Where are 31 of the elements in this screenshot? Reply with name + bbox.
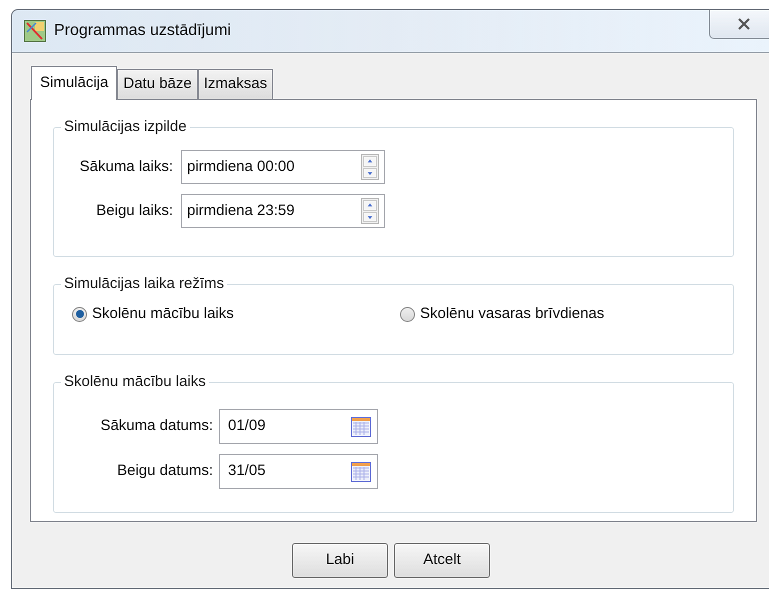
window-title: Programmas uzstādījumi (54, 21, 231, 41)
spin-buttons[interactable] (361, 154, 379, 180)
radio-option[interactable]: Skolēnu vasaras brīvdienas (400, 303, 604, 326)
time-spinner[interactable]: pirmdiena 00:00 (181, 150, 385, 184)
field-value: 31/05 (228, 461, 266, 482)
app-icon (24, 20, 46, 42)
radio-button[interactable] (400, 306, 415, 322)
group-title: Simulācijas izpilde (61, 118, 190, 136)
calendar-icon[interactable] (351, 462, 371, 482)
radio-option[interactable]: Skolēnu mācību laiks (68, 303, 400, 326)
calendar-icon[interactable] (351, 416, 371, 436)
tab[interactable]: Simulācija (31, 66, 118, 100)
group-title: Simulācijas laika režīms (61, 275, 228, 293)
field-value: 01/09 (228, 416, 266, 436)
dialog-button[interactable]: Labi (292, 543, 388, 578)
time-spinner[interactable]: pirmdiena 23:59 (181, 194, 385, 228)
field-value: pirmdiena 00:00 (187, 156, 295, 177)
close-icon (737, 18, 751, 30)
date-field[interactable]: 31/05 (219, 454, 378, 489)
tab[interactable]: Izmaksas (198, 69, 274, 99)
field-label: Sākuma laiks: (78, 156, 174, 177)
spin-buttons[interactable] (361, 198, 379, 224)
radio-button[interactable] (72, 306, 87, 322)
field-label: Beigu datums: (116, 461, 214, 482)
close-button[interactable] (709, 10, 769, 39)
field-label: Sākuma datums: (99, 416, 214, 436)
field-value: pirmdiena 23:59 (187, 200, 295, 221)
date-field[interactable]: 01/09 (219, 409, 378, 444)
field-label: Beigu laiks: (95, 200, 174, 221)
tab[interactable]: Datu bāze (117, 69, 198, 99)
dialog-button[interactable]: Atcelt (394, 543, 490, 578)
